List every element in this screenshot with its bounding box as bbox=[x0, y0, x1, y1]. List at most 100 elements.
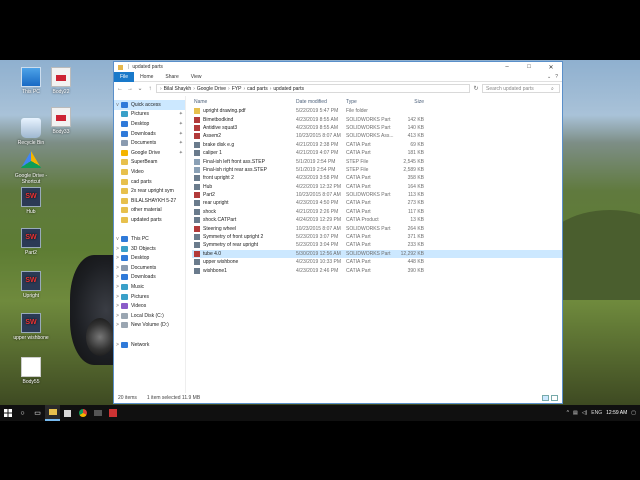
breadcrumb-item[interactable]: FYP bbox=[232, 86, 242, 92]
details-view-button[interactable] bbox=[542, 395, 549, 401]
nav-item[interactable]: Downloads ✦ bbox=[114, 129, 185, 139]
nav-item[interactable]: Desktop ✦ bbox=[114, 119, 185, 129]
refresh-icon[interactable]: ↻ bbox=[472, 85, 480, 92]
desktop-icon[interactable]: Upright bbox=[5, 271, 57, 299]
nav-item[interactable]: > Desktop bbox=[114, 254, 185, 264]
address-bar[interactable]: › Bilal Shaykh › Google Drive › FYP › cad parts… bbox=[156, 84, 470, 93]
expand-chevron-icon[interactable]: > bbox=[114, 294, 121, 300]
close-button[interactable]: ✕ bbox=[540, 64, 562, 71]
file-row[interactable]: Assem2 10/23/2015 8:07 AM SOLIDWORKS Ass..… bbox=[192, 132, 562, 140]
tab-home[interactable]: Home bbox=[134, 74, 159, 80]
breadcrumb-chevron-icon[interactable]: › bbox=[228, 86, 230, 92]
start-button[interactable] bbox=[0, 405, 15, 421]
breadcrumb-item[interactable]: Google Drive bbox=[197, 86, 226, 92]
breadcrumb-chevron-icon[interactable]: › bbox=[270, 86, 272, 92]
volume-icon[interactable]: ◁) bbox=[582, 410, 588, 416]
nav-item[interactable]: >3D Objects bbox=[114, 244, 185, 254]
breadcrumb-chevron-icon[interactable]: › bbox=[160, 86, 162, 92]
file-row[interactable]: Symmetry of rear upright 5/23/2019 3:04 P… bbox=[192, 241, 562, 249]
column-type[interactable]: Type bbox=[346, 99, 394, 105]
file-row[interactable]: brake disk e.g 4/21/2019 2:38 PM CATIA Par… bbox=[192, 141, 562, 149]
language-indicator[interactable]: ENG bbox=[591, 410, 602, 416]
breadcrumb-chevron-icon[interactable]: › bbox=[243, 86, 245, 92]
nav-item[interactable]: > Videos bbox=[114, 301, 185, 311]
nav-item[interactable]: Pictures ✦ bbox=[114, 110, 185, 120]
expand-ribbon-icon[interactable]: ⌄ bbox=[547, 74, 551, 80]
taskbar-camera[interactable] bbox=[90, 405, 105, 421]
file-row[interactable]: tube 4.0 5/30/2019 12:56 AM SOLIDWORKS Par… bbox=[192, 249, 562, 259]
file-row[interactable]: Hub 4/22/2019 12:32 PM CATIA Part 164 KB bbox=[192, 183, 562, 191]
file-row[interactable]: Symmetry of front upright 2 5/23/2019 3:0… bbox=[192, 233, 562, 241]
column-name[interactable]: Name bbox=[192, 99, 296, 105]
nav-item[interactable]: 2x rear upright sym bbox=[114, 186, 185, 196]
desktop-icon[interactable]: Body55 bbox=[5, 357, 57, 385]
column-date-modified[interactable]: Date modified bbox=[296, 99, 346, 105]
file-row[interactable]: shock 4/21/2019 2:26 PM CATIA Part 117 KB bbox=[192, 208, 562, 216]
nav-item[interactable]: Video bbox=[114, 167, 185, 177]
taskbar-recorder[interactable] bbox=[105, 405, 120, 421]
clock[interactable]: 12:59 AM bbox=[606, 410, 627, 416]
large-icons-view-button[interactable] bbox=[551, 395, 558, 401]
nav-item[interactable]: Documents ✦ bbox=[114, 138, 185, 148]
nav-item[interactable]: updated parts bbox=[114, 215, 185, 225]
tray-chevron-icon[interactable]: ^ bbox=[567, 410, 569, 416]
file-row[interactable]: front upright 2 4/23/2019 3:58 PM CATIA Pa… bbox=[192, 174, 562, 182]
notifications-icon[interactable]: ▢ bbox=[631, 410, 636, 416]
nav-item[interactable]: > Documents bbox=[114, 263, 185, 273]
nav-item[interactable]: v Quick access bbox=[114, 100, 185, 110]
navigation-pane[interactable]: v Quick access Pictures ✦ Desktop ✦ Downloads ✦… bbox=[114, 96, 186, 393]
tab-file[interactable]: File bbox=[114, 71, 135, 82]
nav-item[interactable]: > New Volume (D:) bbox=[114, 321, 185, 331]
file-row[interactable]: rear upright 4/23/2019 4:50 PM CATIA Part 2… bbox=[192, 199, 562, 207]
expand-chevron-icon[interactable]: > bbox=[114, 284, 121, 290]
taskbar-file-explorer[interactable] bbox=[45, 405, 60, 421]
file-row[interactable]: caliper 1 4/21/2019 4:07 PM CATIA Part 181 … bbox=[192, 149, 562, 157]
breadcrumb-item[interactable]: Bilal Shaykh bbox=[164, 86, 192, 92]
expand-chevron-icon[interactable]: > bbox=[114, 342, 121, 348]
nav-item[interactable]: > Local Disk (C:) bbox=[114, 311, 185, 321]
taskbar-store[interactable] bbox=[60, 405, 75, 421]
file-row[interactable]: upright drawing.pdf 5/22/2019 5:47 PM File… bbox=[192, 107, 562, 115]
nav-item[interactable]: > Network bbox=[114, 340, 185, 350]
search-taskbar-icon[interactable]: ○ bbox=[15, 405, 30, 421]
taskbar-chrome[interactable] bbox=[75, 405, 90, 421]
file-row[interactable]: Final-ish right rear ass.STEP 5/1/2019 2:… bbox=[192, 166, 562, 174]
expand-chevron-icon[interactable]: > bbox=[114, 313, 121, 319]
expand-chevron-icon[interactable]: > bbox=[114, 246, 121, 252]
nav-item[interactable]: Google Drive ✦ bbox=[114, 148, 185, 158]
nav-item[interactable]: > Music bbox=[114, 282, 185, 292]
expand-chevron-icon[interactable]: v bbox=[114, 102, 121, 108]
nav-item[interactable]: > Pictures bbox=[114, 292, 185, 302]
file-row[interactable]: Part2 10/23/2015 8:07 AM SOLIDWORKS Part 11… bbox=[192, 191, 562, 199]
tab-share[interactable]: Share bbox=[159, 74, 184, 80]
breadcrumb-item[interactable]: updated parts bbox=[273, 86, 304, 92]
nav-item[interactable]: > Downloads bbox=[114, 273, 185, 283]
desktop-icon[interactable]: Body22 bbox=[35, 67, 87, 95]
minimize-button[interactable]: – bbox=[496, 64, 518, 71]
breadcrumb-item[interactable]: cad parts bbox=[247, 86, 268, 92]
file-row[interactable]: Steering wheel 10/23/2015 8:07 AM SOLIDWOR… bbox=[192, 224, 562, 232]
file-row[interactable]: wishbone1 4/23/2019 2:46 PM CATIA Part 390 … bbox=[192, 266, 562, 274]
file-row[interactable]: Final-ish left front ass.STEP 5/1/2019 2:… bbox=[192, 157, 562, 165]
maximize-button[interactable]: □ bbox=[518, 64, 540, 71]
expand-chevron-icon[interactable]: > bbox=[114, 322, 121, 328]
help-icon[interactable]: ? bbox=[555, 74, 558, 80]
desktop-icon[interactable]: Hub bbox=[5, 187, 57, 215]
nav-item[interactable]: SuperBeam bbox=[114, 158, 185, 168]
expand-chevron-icon[interactable]: > bbox=[114, 274, 121, 280]
forward-arrow-icon[interactable]: → bbox=[126, 86, 134, 92]
nav-item[interactable]: v This PC bbox=[114, 234, 185, 244]
search-box[interactable]: Search updated parts ⌕ bbox=[482, 84, 560, 93]
expand-chevron-icon[interactable]: > bbox=[114, 303, 121, 309]
back-arrow-icon[interactable]: ← bbox=[116, 86, 124, 92]
desktop-icon[interactable]: Part2 bbox=[5, 228, 57, 256]
expand-chevron-icon[interactable]: > bbox=[114, 265, 121, 271]
network-icon[interactable]: ▤ bbox=[573, 410, 578, 416]
expand-chevron-icon[interactable]: > bbox=[114, 255, 121, 261]
desktop-icon[interactable]: Google Drive - Shortcut bbox=[5, 151, 57, 185]
file-row[interactable]: upper wishbone 4/23/2019 10:33 PM CATIA Pa… bbox=[192, 258, 562, 266]
nav-item[interactable]: other material bbox=[114, 206, 185, 216]
file-row[interactable]: Antidive squat3 4/23/2019 8:55 AM SOLIDWOR… bbox=[192, 124, 562, 132]
file-row[interactable]: shock.CATPart 4/24/2019 12:29 PM CATIA Pro… bbox=[192, 216, 562, 224]
tab-view[interactable]: View bbox=[185, 74, 208, 80]
